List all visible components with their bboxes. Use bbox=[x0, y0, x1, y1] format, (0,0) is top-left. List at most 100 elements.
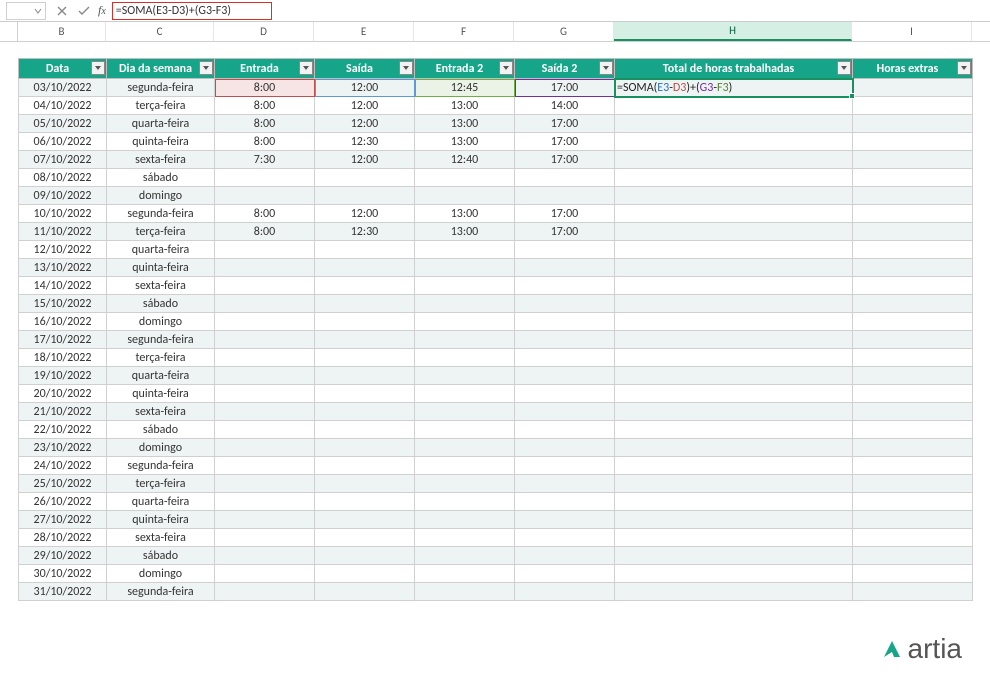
cell-B[interactable]: 30/10/2022 bbox=[19, 565, 107, 583]
cell-C[interactable]: quinta-feira bbox=[107, 511, 215, 529]
cell-E[interactable] bbox=[315, 493, 415, 511]
cancel-formula-button[interactable] bbox=[52, 1, 72, 21]
cell-H[interactable] bbox=[615, 151, 853, 169]
cell-C[interactable]: sexta-feira bbox=[107, 529, 215, 547]
cell-G[interactable] bbox=[515, 403, 615, 421]
cell-G[interactable] bbox=[515, 439, 615, 457]
cell-F[interactable] bbox=[415, 169, 515, 187]
cell-F[interactable] bbox=[415, 583, 515, 601]
cell-G[interactable] bbox=[515, 583, 615, 601]
cell-D[interactable] bbox=[215, 457, 315, 475]
cell-C[interactable]: segunda-feira bbox=[107, 205, 215, 223]
cell-I[interactable] bbox=[853, 475, 973, 493]
cell-H[interactable] bbox=[615, 565, 853, 583]
cell-F[interactable]: 13:00 bbox=[415, 133, 515, 151]
cell-E[interactable] bbox=[315, 259, 415, 277]
cell-I[interactable] bbox=[853, 241, 973, 259]
cell-C[interactable]: sexta-feira bbox=[107, 277, 215, 295]
filter-button[interactable] bbox=[957, 61, 971, 75]
cell-H[interactable] bbox=[615, 313, 853, 331]
cell-F[interactable] bbox=[415, 457, 515, 475]
cell-I[interactable] bbox=[853, 331, 973, 349]
cell-D[interactable]: 7:30 bbox=[215, 151, 315, 169]
cell-F[interactable] bbox=[415, 529, 515, 547]
cell-G[interactable] bbox=[515, 367, 615, 385]
filter-button[interactable] bbox=[199, 61, 213, 75]
cell-F[interactable]: 13:00 bbox=[415, 115, 515, 133]
cell-I[interactable] bbox=[853, 547, 973, 565]
cell-B[interactable]: 08/10/2022 bbox=[19, 169, 107, 187]
cell-D[interactable]: 8:00 bbox=[215, 223, 315, 241]
col-header-H[interactable]: H bbox=[614, 22, 852, 41]
th-dia[interactable]: Dia da semana bbox=[107, 59, 215, 79]
filter-button[interactable] bbox=[399, 61, 413, 75]
cell-G[interactable] bbox=[515, 421, 615, 439]
cell-E[interactable] bbox=[315, 313, 415, 331]
cell-E[interactable] bbox=[315, 583, 415, 601]
cell-B[interactable]: 23/10/2022 bbox=[19, 439, 107, 457]
cell-I[interactable] bbox=[853, 223, 973, 241]
cell-H[interactable] bbox=[615, 295, 853, 313]
cell-H[interactable] bbox=[615, 349, 853, 367]
cell-E[interactable]: 12:30 bbox=[315, 133, 415, 151]
cell-C[interactable]: sábado bbox=[107, 421, 215, 439]
cell-E[interactable]: 12:00 bbox=[315, 205, 415, 223]
cell-F[interactable] bbox=[415, 439, 515, 457]
cell-E[interactable]: 12:00 bbox=[315, 151, 415, 169]
cell-I[interactable] bbox=[853, 295, 973, 313]
cell-F[interactable]: 13:00 bbox=[415, 223, 515, 241]
formula-input[interactable]: =SOMA(E3-D3)+(G3-F3) bbox=[112, 2, 272, 20]
cell-I[interactable] bbox=[853, 529, 973, 547]
cell-E[interactable] bbox=[315, 367, 415, 385]
cell-I[interactable] bbox=[853, 151, 973, 169]
cell-D[interactable] bbox=[215, 277, 315, 295]
cell-D[interactable] bbox=[215, 259, 315, 277]
cell-D[interactable] bbox=[215, 331, 315, 349]
cell-I[interactable] bbox=[853, 565, 973, 583]
cell-H[interactable] bbox=[615, 133, 853, 151]
cell-G[interactable]: 17:00 bbox=[515, 133, 615, 151]
cell-H[interactable] bbox=[615, 529, 853, 547]
cell-D[interactable] bbox=[215, 349, 315, 367]
cell-G[interactable] bbox=[515, 169, 615, 187]
cell-I[interactable] bbox=[853, 259, 973, 277]
cell-H[interactable] bbox=[615, 547, 853, 565]
cell-I[interactable] bbox=[853, 457, 973, 475]
cell-D[interactable]: 8:00 bbox=[215, 205, 315, 223]
confirm-formula-button[interactable] bbox=[74, 1, 94, 21]
cell-G[interactable] bbox=[515, 259, 615, 277]
cell-F[interactable] bbox=[415, 475, 515, 493]
cell-B[interactable]: 07/10/2022 bbox=[19, 151, 107, 169]
cell-H[interactable] bbox=[615, 97, 853, 115]
cell-I[interactable] bbox=[853, 511, 973, 529]
cell-I[interactable] bbox=[853, 277, 973, 295]
cell-E[interactable] bbox=[315, 241, 415, 259]
th-data[interactable]: Data bbox=[19, 59, 107, 79]
cell-E[interactable]: 12:00 bbox=[315, 79, 415, 97]
cell-G[interactable]: 17:00 bbox=[515, 151, 615, 169]
cell-I[interactable] bbox=[853, 367, 973, 385]
cell-B[interactable]: 12/10/2022 bbox=[19, 241, 107, 259]
cell-G[interactable]: 17:00 bbox=[515, 205, 615, 223]
cell-C[interactable]: domingo bbox=[107, 439, 215, 457]
cell-I[interactable] bbox=[853, 313, 973, 331]
col-header-B[interactable]: B bbox=[18, 22, 106, 41]
cell-C[interactable]: sábado bbox=[107, 169, 215, 187]
cell-F[interactable] bbox=[415, 331, 515, 349]
cell-B[interactable]: 31/10/2022 bbox=[19, 583, 107, 601]
cell-C[interactable]: segunda-feira bbox=[107, 457, 215, 475]
th-total[interactable]: Total de horas trabalhadas bbox=[615, 59, 853, 79]
cell-G[interactable] bbox=[515, 493, 615, 511]
cell-H[interactable] bbox=[615, 259, 853, 277]
cell-F[interactable] bbox=[415, 187, 515, 205]
filter-button[interactable] bbox=[599, 61, 613, 75]
cell-B[interactable]: 05/10/2022 bbox=[19, 115, 107, 133]
cell-C[interactable]: terça-feira bbox=[107, 97, 215, 115]
cell-H[interactable] bbox=[615, 421, 853, 439]
cell-I[interactable] bbox=[853, 133, 973, 151]
cell-C[interactable]: sábado bbox=[107, 295, 215, 313]
cell-D[interactable] bbox=[215, 295, 315, 313]
cell-G[interactable] bbox=[515, 565, 615, 583]
cell-H[interactable] bbox=[615, 475, 853, 493]
cell-I[interactable] bbox=[853, 97, 973, 115]
